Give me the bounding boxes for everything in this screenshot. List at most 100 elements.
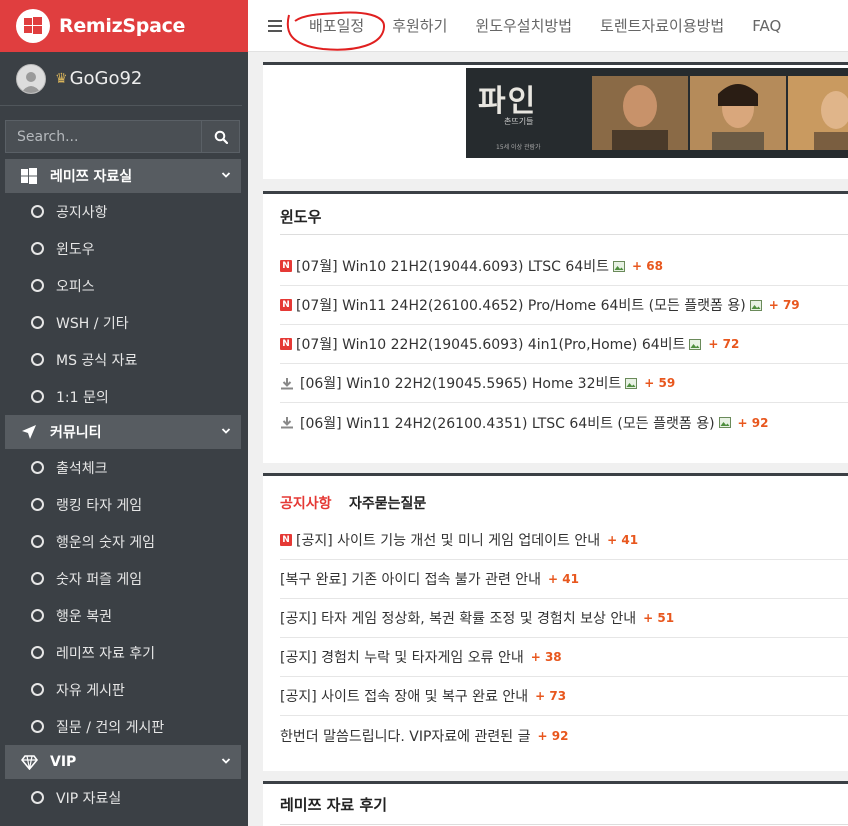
sidebar-item-label: 랭킹 타자 게임 <box>56 497 143 514</box>
post-row[interactable]: [복구 완료] 기존 아이디 접속 불가 관련 안내 + 41 <box>280 560 848 599</box>
sidebar-item-reviews[interactable]: 레미쯔 자료 후기 <box>0 634 248 671</box>
search-box <box>5 120 240 153</box>
chevron-down-icon <box>221 168 231 184</box>
sidebar-item-lottery[interactable]: 행운 복권 <box>0 597 248 634</box>
movie-banner[interactable]: 파인 촌뜨기들 15세 이상 관람가 <box>466 68 848 158</box>
circle-icon <box>31 683 44 696</box>
circle-icon <box>31 646 44 659</box>
nav-link-windows-install-guide[interactable]: 윈도우설치방법 <box>475 15 572 36</box>
sidebar-item-number-puzzle[interactable]: 숫자 퍼즐 게임 <box>0 560 248 597</box>
sidebar-item-inquiry[interactable]: 1:1 문의 <box>0 378 248 415</box>
sidebar-item-wsh[interactable]: WSH / 기타 <box>0 304 248 341</box>
banner-age-rating: 15세 이상 관람가 <box>496 144 541 151</box>
username: GoGo92 <box>69 68 143 89</box>
circle-icon <box>31 316 44 329</box>
post-row[interactable]: [공지] 사이트 접속 장애 및 복구 완료 안내 + 73 <box>280 677 848 716</box>
post-row[interactable]: N [07월] Win10 22H2(19045.6093) 4in1(Pro,… <box>280 325 848 364</box>
sidebar-item-windows[interactable]: 윈도우 <box>0 230 248 267</box>
post-row[interactable]: N [공지] 사이트 기능 개선 및 미니 게임 업데이트 안내 + 41 <box>280 521 848 560</box>
sidebar-section-label: VIP <box>50 754 77 770</box>
sidebar-section-archive[interactable]: 레미쯔 자료실 <box>5 159 241 193</box>
sidebar-item-label: 오피스 <box>56 278 95 295</box>
brand-header[interactable]: RemizSpace <box>0 0 248 52</box>
new-badge-icon: N <box>280 534 292 546</box>
new-badge-icon: N <box>280 260 292 272</box>
windows-panel: 윈도우 N [07월] Win10 21H2(19044.6093) LTSC … <box>263 191 848 463</box>
tab-notice[interactable]: 공지사항 <box>280 493 332 513</box>
post-title: [복구 완료] 기존 아이디 접속 불가 관련 안내 <box>280 572 542 588</box>
post-row[interactable]: N [07월] Win10 21H2(19044.6093) LTSC 64비트… <box>280 247 848 286</box>
comment-count: + 92 <box>737 415 769 430</box>
sidebar-item-label: 행운의 숫자 게임 <box>56 534 156 551</box>
nav-link-faq[interactable]: FAQ <box>752 17 781 35</box>
tab-faq[interactable]: 자주묻는질문 <box>349 493 426 513</box>
nav-link-donate[interactable]: 후원하기 <box>392 15 447 36</box>
post-row[interactable]: N [07월] Win11 24H2(26100.4652) Pro/Home … <box>280 286 848 325</box>
windows-icon <box>21 168 41 184</box>
sidebar-item-lucky-number[interactable]: 행운의 숫자 게임 <box>0 523 248 560</box>
sidebar-section-vip[interactable]: VIP <box>5 745 241 779</box>
avatar <box>16 63 46 94</box>
search-input[interactable] <box>5 120 201 153</box>
divider <box>280 234 848 235</box>
panel-title: 윈도우 <box>280 208 322 226</box>
nav-link-release-schedule[interactable]: 배포일정 <box>309 15 364 36</box>
search-icon <box>214 130 228 144</box>
paper-plane-icon <box>21 424 41 440</box>
chevron-down-icon <box>221 424 231 440</box>
sidebar-item-ms-official[interactable]: MS 공식 자료 <box>0 341 248 378</box>
top-navigation: 배포일정 후원하기 윈도우설치방법 토렌트자료이용방법 FAQ <box>248 0 848 52</box>
circle-icon <box>31 498 44 511</box>
post-title: [07월] Win10 21H2(19044.6093) LTSC 64비트 <box>296 259 609 275</box>
circle-icon <box>31 461 44 474</box>
post-title: [공지] 사이트 접속 장애 및 복구 완료 안내 <box>280 689 529 705</box>
comment-count: + 38 <box>530 650 562 664</box>
sidebar-item-label: 행운 복권 <box>56 608 112 625</box>
post-title: 한번더 말씀드립니다. VIP자료에 관련된 글 <box>280 728 531 745</box>
banner-panel: 파인 촌뜨기들 15세 이상 관람가 <box>263 62 848 179</box>
post-row[interactable]: [06월] Win11 24H2(26100.4351) LTSC 64비트 (… <box>280 403 848 442</box>
circle-icon <box>31 609 44 622</box>
circle-icon <box>31 205 44 218</box>
post-title: [07월] Win11 24H2(26100.4652) Pro/Home 64… <box>296 298 746 314</box>
sidebar-item-label: 1:1 문의 <box>56 389 109 406</box>
image-attachment-icon <box>612 260 625 272</box>
image-attachment-icon <box>718 417 731 428</box>
sidebar-item-label: WSH / 기타 <box>56 315 129 332</box>
search-button[interactable] <box>201 120 240 153</box>
sidebar-item-vip-archive[interactable]: VIP 자료실 <box>0 779 248 816</box>
circle-icon <box>31 353 44 366</box>
post-title: [공지] 경험치 누락 및 타자게임 오류 안내 <box>280 650 524 666</box>
comment-count: + 73 <box>535 689 567 703</box>
sidebar-section-label: 레미쯔 자료실 <box>50 169 133 185</box>
post-title: [공지] 타자 게임 정상화, 복권 확률 조정 및 경험치 보상 안내 <box>280 611 637 627</box>
comment-count: + 41 <box>548 572 579 586</box>
sidebar-item-label: VIP 자료실 <box>56 790 122 807</box>
sidebar-item-label: 레미쯔 자료 후기 <box>56 645 156 662</box>
post-title: [공지] 사이트 기능 개선 및 미니 게임 업데이트 안내 <box>296 533 601 549</box>
post-row[interactable]: [공지] 경험치 누락 및 타자게임 오류 안내 + 38 <box>280 638 848 677</box>
user-level-icon: ♛ <box>55 70 68 87</box>
post-row[interactable]: 한번더 말씀드립니다. VIP자료에 관련된 글 + 92 <box>280 716 848 755</box>
sidebar-section-community[interactable]: 커뮤니티 <box>5 415 241 449</box>
diamond-icon <box>21 754 41 770</box>
sidebar-item-typing-game[interactable]: 랭킹 타자 게임 <box>0 486 248 523</box>
post-row[interactable]: [06월] Win10 22H2(19045.5965) Home 32비트 +… <box>280 364 848 403</box>
circle-icon <box>31 572 44 585</box>
notice-panel: 공지사항 자주묻는질문 N [공지] 사이트 기능 개선 및 미니 게임 업데이… <box>263 473 848 771</box>
hamburger-menu-icon[interactable] <box>268 19 282 32</box>
sidebar-item-notice[interactable]: 공지사항 <box>0 193 248 230</box>
comment-count: + 79 <box>768 298 800 312</box>
circle-icon <box>31 242 44 255</box>
user-profile[interactable]: ♛ GoGo92 <box>0 52 242 106</box>
sidebar-item-qna-board[interactable]: 질문 / 건의 게시판 <box>0 708 248 745</box>
sidebar-item-label: MS 공식 자료 <box>56 352 138 369</box>
sidebar-item-free-board[interactable]: 자유 게시판 <box>0 671 248 708</box>
sidebar-item-attendance[interactable]: 출석체크 <box>0 449 248 486</box>
post-row[interactable]: [공지] 타자 게임 정상화, 복권 확률 조정 및 경험치 보상 안내 + 5… <box>280 599 848 638</box>
comment-count: + 51 <box>643 611 675 625</box>
new-badge-icon: N <box>280 338 292 350</box>
sidebar-item-office[interactable]: 오피스 <box>0 267 248 304</box>
nav-link-torrent-guide[interactable]: 토렌트자료이용방법 <box>600 15 724 36</box>
sidebar-item-label: 질문 / 건의 게시판 <box>56 719 165 736</box>
